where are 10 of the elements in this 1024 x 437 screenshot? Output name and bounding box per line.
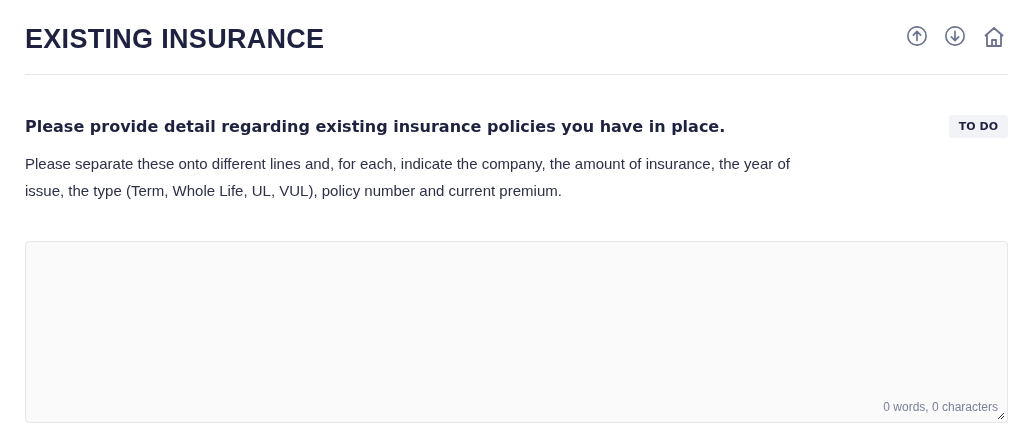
resize-handle-icon[interactable] <box>997 412 1005 420</box>
arrow-up-icon[interactable] <box>906 25 930 49</box>
answer-box[interactable]: 0 words, 0 characters <box>25 241 1008 423</box>
question-title: Please provide detail regarding existing insurance policies you have in place. <box>25 117 726 136</box>
page-title: EXISTING INSURANCE <box>25 23 325 55</box>
word-counter: 0 words, 0 characters <box>883 400 998 414</box>
arrow-down-icon[interactable] <box>944 25 968 49</box>
question-description: Please separate these onto different lines and, for each, indicate the company, the amount of insurance, the year of issue, the type (Term, Whole Life, UL, VUL), policy number and current premium. <box>25 154 791 201</box>
home-icon[interactable] <box>982 25 1006 49</box>
status-badge: TO DO <box>948 115 1008 138</box>
